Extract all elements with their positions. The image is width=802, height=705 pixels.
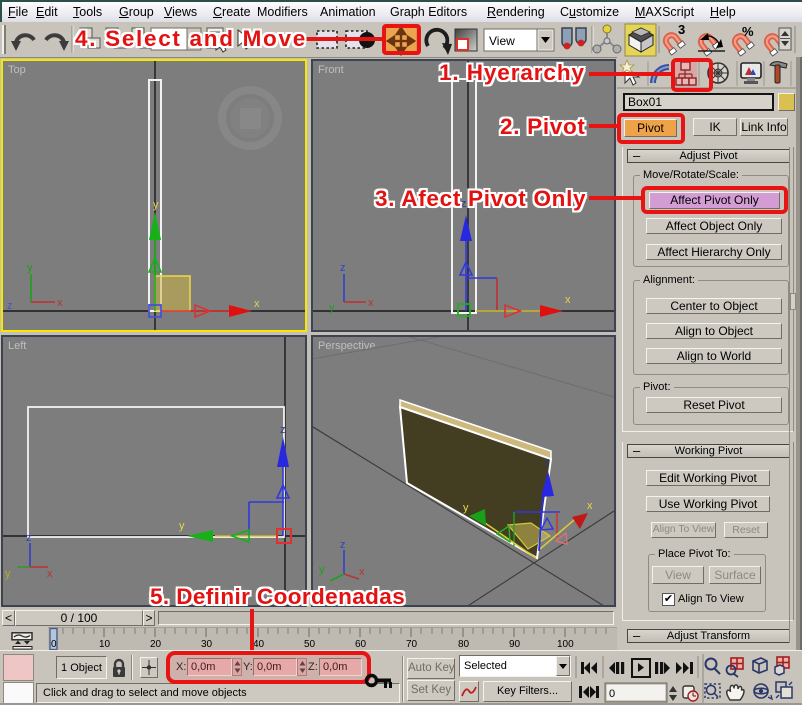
svg-text:100: 100 <box>557 639 574 650</box>
svg-text:x: x <box>254 298 260 310</box>
svg-text:20: 20 <box>150 639 162 650</box>
svg-text:70: 70 <box>406 639 418 650</box>
svg-text:x: x <box>368 297 374 309</box>
svg-text:z: z <box>340 539 346 551</box>
svg-text:60: 60 <box>355 639 367 650</box>
svg-text:10: 10 <box>99 639 111 650</box>
svg-text:x: x <box>565 294 571 306</box>
svg-text:y: y <box>329 302 335 314</box>
svg-text:y: y <box>5 568 11 580</box>
svg-text:90: 90 <box>509 639 521 650</box>
svg-text:x: x <box>57 297 63 309</box>
svg-text:0: 0 <box>609 688 615 700</box>
svg-text:%: % <box>742 24 754 39</box>
svg-text:x: x <box>587 500 593 512</box>
svg-text:y: y <box>463 502 469 514</box>
svg-text:z: z <box>280 424 286 436</box>
svg-text:40: 40 <box>253 639 265 650</box>
svg-text:z: z <box>26 532 32 544</box>
svg-text:y: y <box>179 520 185 532</box>
svg-text:View: View <box>489 34 515 48</box>
svg-text:x: x <box>47 568 53 580</box>
svg-text:z: z <box>7 300 13 312</box>
svg-text:80: 80 <box>458 639 470 650</box>
svg-text:50: 50 <box>304 639 316 650</box>
svg-text:x: x <box>359 566 365 578</box>
svg-text:z: z <box>340 262 346 274</box>
svg-text:y: y <box>153 199 159 211</box>
svg-text:y: y <box>319 564 325 576</box>
svg-text:3: 3 <box>678 22 685 37</box>
svg-text:30: 30 <box>201 639 213 650</box>
svg-text:z: z <box>544 456 550 468</box>
svg-text:0: 0 <box>51 639 57 650</box>
svg-text:y: y <box>27 262 33 274</box>
